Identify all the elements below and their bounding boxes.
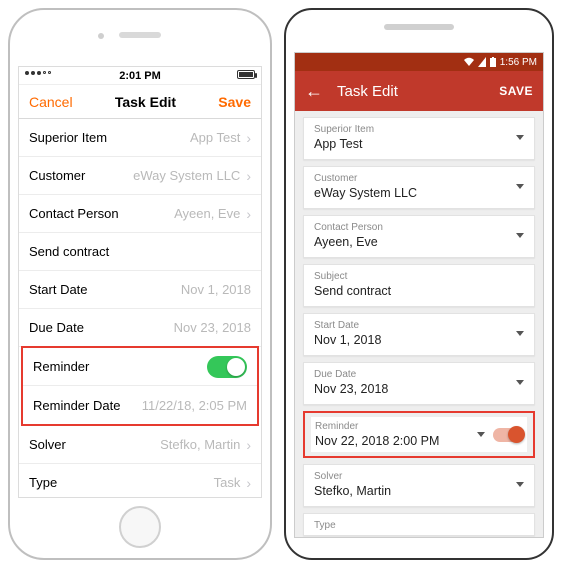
dropdown-caret-icon bbox=[516, 482, 524, 487]
chevron-right-icon: › bbox=[246, 206, 251, 222]
row-customer[interactable]: Customer eWay System LLC › bbox=[19, 157, 261, 195]
reminder-toggle[interactable] bbox=[207, 356, 247, 378]
field-value: eWay System LLC bbox=[314, 186, 508, 200]
chevron-right-icon: › bbox=[246, 168, 251, 184]
back-button[interactable]: ← bbox=[305, 82, 323, 100]
battery-icon bbox=[490, 57, 496, 67]
field-label: Subject bbox=[314, 271, 524, 282]
field-label: Type bbox=[314, 520, 524, 531]
field-value: Send contract bbox=[314, 284, 524, 298]
ios-nav-bar: Cancel Task Edit Save bbox=[19, 85, 261, 119]
card-type[interactable]: Type bbox=[303, 513, 535, 536]
row-reminder-date[interactable]: Reminder Date 11/22/18, 2:05 PM bbox=[23, 386, 257, 424]
field-label: Customer bbox=[314, 173, 508, 184]
android-device-frame: 1:56 PM ← Task Edit SAVE Superior Item A… bbox=[284, 8, 554, 560]
field-value: Ayeen, Eve bbox=[174, 206, 240, 221]
reminder-highlight-box: Reminder Nov 22, 2018 2:00 PM bbox=[303, 411, 535, 458]
field-label: Superior Item bbox=[29, 130, 107, 145]
save-button[interactable]: Save bbox=[218, 94, 251, 110]
android-status-bar: 1:56 PM bbox=[295, 53, 543, 71]
iphone-camera bbox=[98, 33, 104, 39]
chevron-right-icon: › bbox=[246, 130, 251, 146]
field-value: App Test bbox=[190, 130, 240, 145]
row-due-date[interactable]: Due Date Nov 23, 2018 bbox=[19, 309, 261, 347]
field-label: Due Date bbox=[29, 320, 84, 335]
field-value: Stefko, Martin bbox=[314, 484, 508, 498]
chevron-right-icon: › bbox=[246, 437, 251, 453]
save-button[interactable]: SAVE bbox=[499, 84, 533, 98]
field-value: Task bbox=[214, 475, 241, 490]
field-label: Reminder bbox=[315, 421, 469, 432]
card-reminder[interactable]: Reminder Nov 22, 2018 2:00 PM bbox=[311, 417, 527, 452]
dropdown-caret-icon bbox=[516, 380, 524, 385]
iphone-speaker bbox=[119, 32, 161, 38]
android-speaker bbox=[384, 24, 454, 30]
android-app-bar: ← Task Edit SAVE bbox=[295, 71, 543, 111]
row-solver[interactable]: Solver Stefko, Martin › bbox=[19, 426, 261, 464]
field-label: Reminder Date bbox=[33, 398, 120, 413]
field-label: Start Date bbox=[314, 320, 508, 331]
field-value: Ayeen, Eve bbox=[314, 235, 508, 249]
card-customer[interactable]: Customer eWay System LLC bbox=[303, 166, 535, 209]
reminder-toggle[interactable] bbox=[493, 428, 523, 442]
cancel-button[interactable]: Cancel bbox=[29, 94, 73, 110]
field-value: 11/22/18, 2:05 PM bbox=[142, 398, 247, 413]
battery-icon bbox=[237, 70, 255, 79]
dropdown-caret-icon bbox=[477, 432, 485, 437]
field-value: Nov 23, 2018 bbox=[174, 320, 251, 335]
field-value: Nov 1, 2018 bbox=[314, 333, 508, 347]
wifi-icon bbox=[464, 57, 474, 67]
chevron-right-icon: › bbox=[246, 475, 251, 491]
row-type[interactable]: Type Task › bbox=[19, 464, 261, 497]
android-form-body: Superior Item App Test Customer eWay Sys… bbox=[295, 111, 543, 537]
field-label: Solver bbox=[314, 471, 508, 482]
signal-icon bbox=[478, 57, 486, 67]
card-due-date[interactable]: Due Date Nov 23, 2018 bbox=[303, 362, 535, 405]
row-superior-item[interactable]: Superior Item App Test › bbox=[19, 119, 261, 157]
card-subject[interactable]: Subject Send contract bbox=[303, 264, 535, 307]
field-label: Customer bbox=[29, 168, 85, 183]
field-label: Contact Person bbox=[314, 222, 508, 233]
dropdown-caret-icon bbox=[516, 135, 524, 140]
status-time: 1:56 PM bbox=[500, 57, 537, 68]
reminder-highlight-box: Reminder Reminder Date 11/22/18, 2:05 PM bbox=[21, 346, 259, 426]
field-value: eWay System LLC bbox=[133, 168, 240, 183]
card-start-date[interactable]: Start Date Nov 1, 2018 bbox=[303, 313, 535, 356]
row-start-date[interactable]: Start Date Nov 1, 2018 bbox=[19, 271, 261, 309]
dropdown-caret-icon bbox=[516, 184, 524, 189]
ios-status-bar: 2:01 PM bbox=[19, 67, 261, 85]
field-label: Reminder bbox=[33, 359, 89, 374]
dropdown-caret-icon bbox=[516, 331, 524, 336]
field-value: Nov 23, 2018 bbox=[314, 382, 508, 396]
status-time: 2:01 PM bbox=[119, 70, 161, 82]
field-value: Nov 22, 2018 2:00 PM bbox=[315, 434, 469, 448]
page-title: Task Edit bbox=[115, 94, 176, 110]
row-contact-person[interactable]: Contact Person Ayeen, Eve › bbox=[19, 195, 261, 233]
field-label: Contact Person bbox=[29, 206, 119, 221]
card-superior-item[interactable]: Superior Item App Test bbox=[303, 117, 535, 160]
field-value: App Test bbox=[314, 137, 508, 151]
row-subject[interactable]: Send contract bbox=[19, 233, 261, 271]
iphone-screen: 2:01 PM Cancel Task Edit Save Superior I… bbox=[18, 66, 262, 498]
page-title: Task Edit bbox=[337, 83, 398, 100]
field-value: Stefko, Martin bbox=[160, 437, 240, 452]
row-reminder: Reminder bbox=[23, 348, 257, 386]
field-value: Nov 1, 2018 bbox=[181, 282, 251, 297]
field-label: Superior Item bbox=[314, 124, 508, 135]
home-button[interactable] bbox=[119, 506, 161, 548]
android-screen: 1:56 PM ← Task Edit SAVE Superior Item A… bbox=[294, 52, 544, 538]
field-label: Solver bbox=[29, 437, 66, 452]
field-label: Due Date bbox=[314, 369, 508, 380]
ios-form-list: Superior Item App Test › Customer eWay Sy… bbox=[19, 119, 261, 497]
field-label: Start Date bbox=[29, 282, 88, 297]
field-label: Type bbox=[29, 475, 57, 490]
card-contact-person[interactable]: Contact Person Ayeen, Eve bbox=[303, 215, 535, 258]
iphone-device-frame: 2:01 PM Cancel Task Edit Save Superior I… bbox=[8, 8, 272, 560]
card-solver[interactable]: Solver Stefko, Martin bbox=[303, 464, 535, 507]
field-value: Send contract bbox=[29, 244, 109, 259]
dropdown-caret-icon bbox=[516, 233, 524, 238]
signal-dots-icon bbox=[25, 71, 51, 75]
